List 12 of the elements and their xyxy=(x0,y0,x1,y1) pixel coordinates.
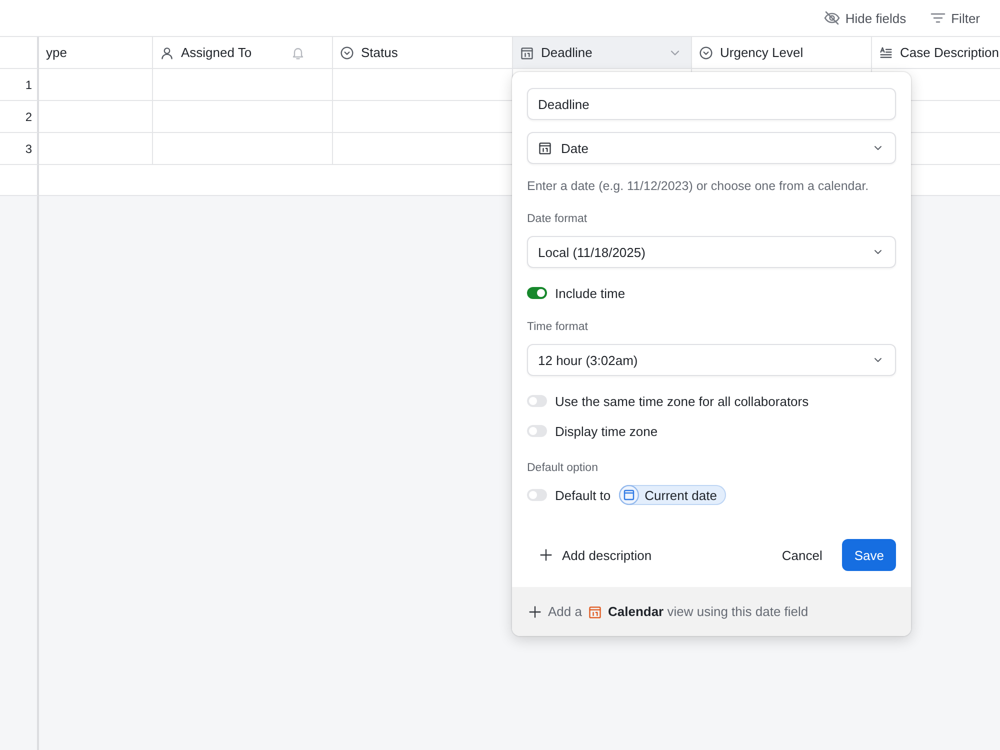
toggle-label: Default to xyxy=(555,488,611,502)
row-number: 1 xyxy=(0,69,39,101)
row-number: 3 xyxy=(0,133,39,165)
default-option-label: Default option xyxy=(527,461,599,476)
toggle-label: Include time xyxy=(555,286,626,300)
toggle-label: Use the same time zone for all collaborators xyxy=(555,394,809,408)
time-format-label: Time format xyxy=(527,320,589,335)
help-text: Enter a date (e.g. 11/12/2023) or choose one from a calendar. xyxy=(527,178,870,195)
toggle-label: Display time zone xyxy=(555,424,658,438)
footer-text: Add a xyxy=(548,604,582,619)
date-format-label: Date format xyxy=(527,212,588,227)
row-number: 2 xyxy=(0,101,39,133)
